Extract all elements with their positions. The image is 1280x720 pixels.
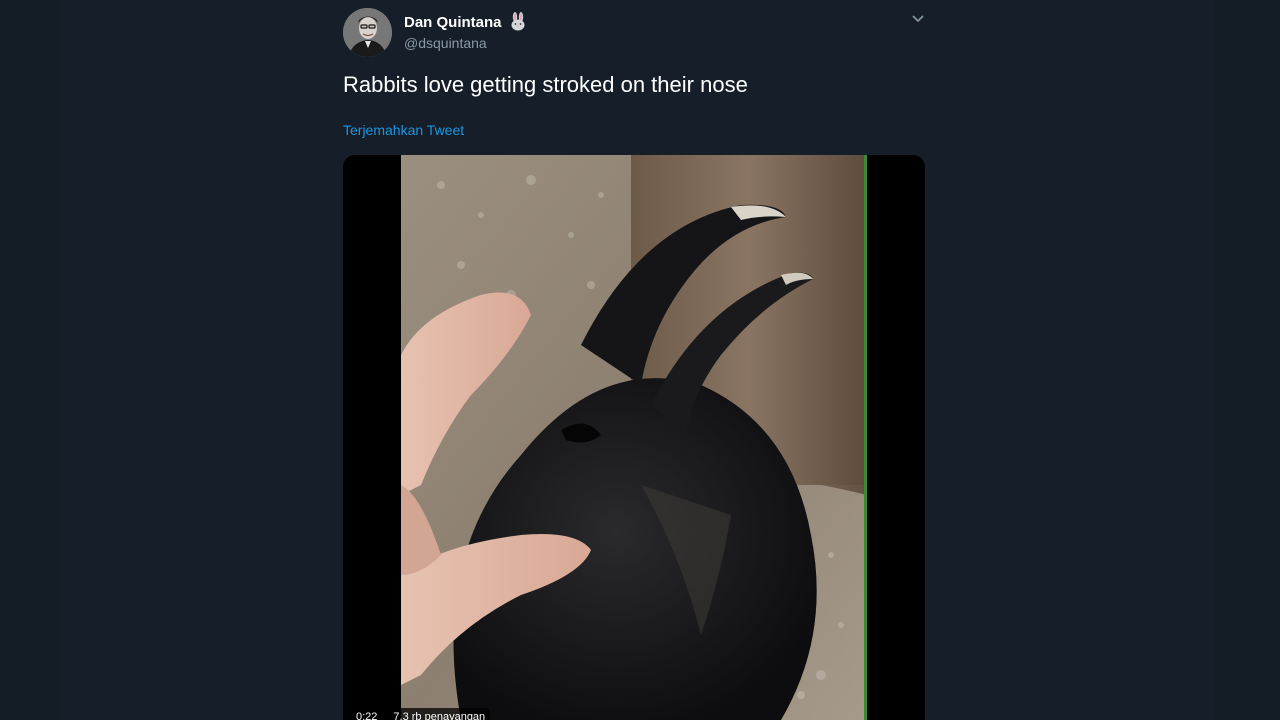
author-handle[interactable]: @dsquintana (404, 34, 487, 52)
author-name[interactable]: Dan Quintana (404, 13, 502, 33)
video-badges: 0:22 7,3 rb penayangan (351, 708, 491, 720)
avatar-image (343, 8, 392, 57)
avatar[interactable] (343, 8, 392, 57)
video-frame (401, 155, 867, 720)
video-views-badge: 7,3 rb penayangan (388, 708, 491, 720)
rabbit-face-icon (511, 12, 525, 31)
translate-tweet-link[interactable]: Terjemahkan Tweet (343, 120, 464, 140)
tweet: Dan Quintana @dsquintana Rabbits love ge… (343, 0, 926, 720)
tweet-text: Rabbits love getting stroked on their no… (343, 72, 748, 97)
video-player[interactable]: 0:22 7,3 rb penayangan (343, 155, 925, 720)
chevron-down-icon[interactable] (911, 14, 925, 24)
video-duration-badge: 0:22 (351, 708, 383, 720)
